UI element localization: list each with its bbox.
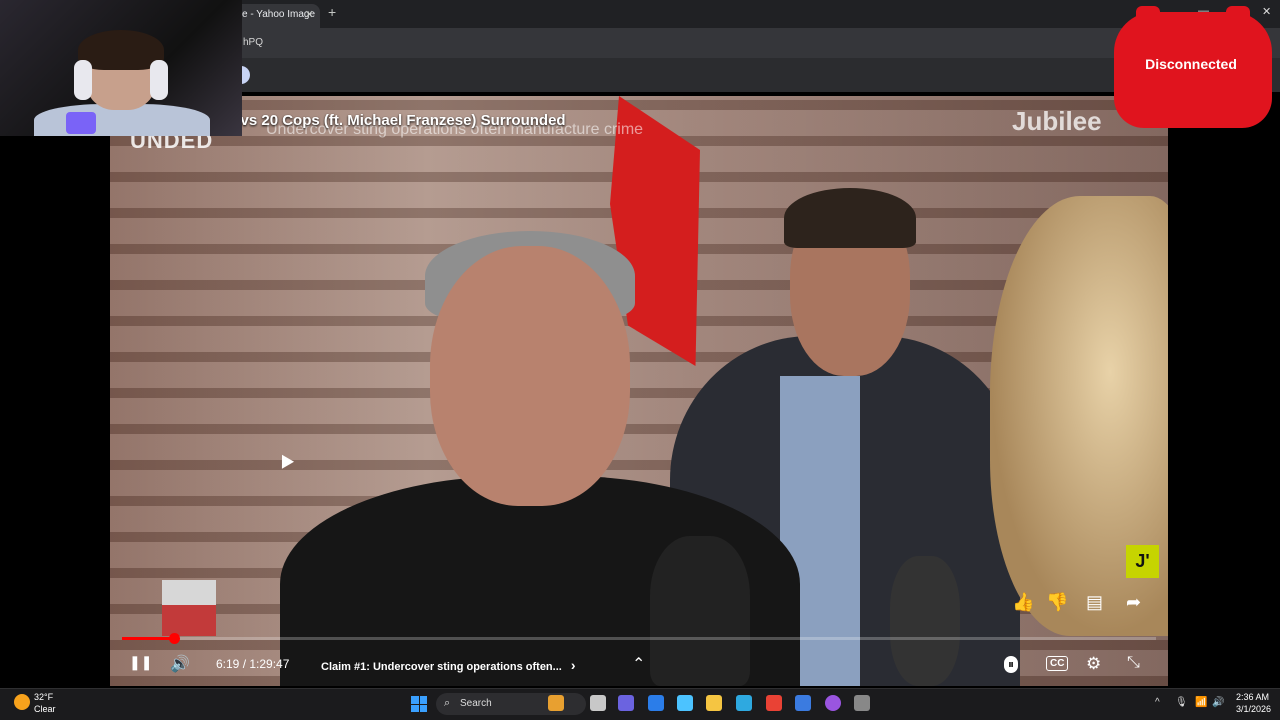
chevron-right-icon: › — [570, 657, 576, 673]
steam-icon[interactable] — [677, 695, 693, 711]
weather-temperature[interactable]: 32°F — [34, 692, 53, 702]
disconnected-label: Disconnected — [1145, 56, 1237, 72]
progress-fill — [122, 637, 174, 640]
progress-scrubber[interactable] — [169, 633, 180, 644]
headphone-right-icon — [150, 60, 168, 100]
settings-app-icon[interactable] — [854, 695, 870, 711]
comment-icon[interactable]: ▤ — [1086, 592, 1103, 613]
dislike-icon[interactable]: 👎 — [1046, 592, 1068, 613]
weather-icon[interactable] — [14, 694, 30, 710]
webcam-overlay — [0, 0, 242, 136]
progress-bar[interactable] — [122, 637, 1156, 640]
tab-close-icon[interactable]: ✕ — [305, 4, 314, 26]
chrome-icon[interactable] — [766, 695, 782, 711]
people-icon[interactable] — [548, 695, 564, 711]
chrome-active-icon[interactable] — [825, 695, 841, 711]
edge-icon[interactable] — [736, 695, 752, 711]
microphone-right — [890, 556, 960, 686]
store-icon[interactable] — [795, 695, 811, 711]
address-bar[interactable]: hPQ — [243, 37, 263, 48]
background-man-hair — [784, 188, 916, 248]
clock-date[interactable]: 3/1/2026 — [1236, 704, 1271, 714]
pause-icon[interactable]: ❚❚ — [129, 654, 152, 671]
teams-icon[interactable] — [618, 695, 634, 711]
search-icon: ⌕ — [444, 697, 451, 709]
autoplay-toggle-icon[interactable]: ⏸ — [1004, 656, 1019, 673]
chapter-title: Claim #1: Undercover sting operations of… — [321, 661, 562, 673]
headphone-left-icon — [74, 60, 92, 100]
like-icon[interactable]: 👍 — [1012, 592, 1034, 613]
brand-watermark: Jubilee — [1012, 106, 1102, 136]
microphone-icon[interactable]: 🎙 — [1175, 697, 1188, 708]
tray-overflow-icon[interactable]: ^ — [1155, 697, 1160, 708]
video-title: s vs 20 Cops (ft. Michael Franzese) Surr… — [228, 112, 566, 129]
speaker-icon[interactable]: 🔊 — [1212, 697, 1224, 708]
microphone — [650, 536, 750, 686]
copilot-icon[interactable] — [648, 695, 664, 711]
taskview-icon[interactable] — [590, 695, 606, 711]
speaker-head — [430, 246, 630, 506]
weather-condition[interactable]: Clear — [34, 704, 56, 714]
taskbar — [0, 688, 1280, 720]
expand-chapters-icon[interactable]: ⌃ — [632, 654, 645, 674]
exit-fullscreen-icon[interactable]: ⤡ — [1127, 654, 1140, 672]
chapter-button[interactable]: Claim #1: Undercover sting operations of… — [321, 657, 576, 673]
flag-graphic — [162, 580, 216, 636]
close-window-button[interactable]: ✕ — [1262, 5, 1271, 18]
share-icon[interactable]: ➦ — [1126, 592, 1141, 613]
side-actions: 👍 👎 ▤ ➦ — [1010, 592, 1160, 620]
webcam-light — [66, 112, 96, 134]
clock-time[interactable]: 2:36 AM — [1236, 692, 1269, 702]
start-button-icon[interactable] — [411, 696, 427, 712]
settings-icon[interactable]: ⚙ — [1086, 654, 1101, 674]
volume-icon[interactable]: 🔊 — [170, 654, 190, 674]
wifi-icon[interactable]: 📶 — [1195, 697, 1207, 708]
channel-badge-icon[interactable]: J' — [1126, 545, 1159, 578]
captions-button[interactable]: CC — [1046, 656, 1069, 671]
file-explorer-icon[interactable] — [706, 695, 722, 711]
new-tab-button[interactable]: + — [328, 4, 336, 20]
time-display: 6:19 / 1:29:47 — [216, 657, 290, 671]
